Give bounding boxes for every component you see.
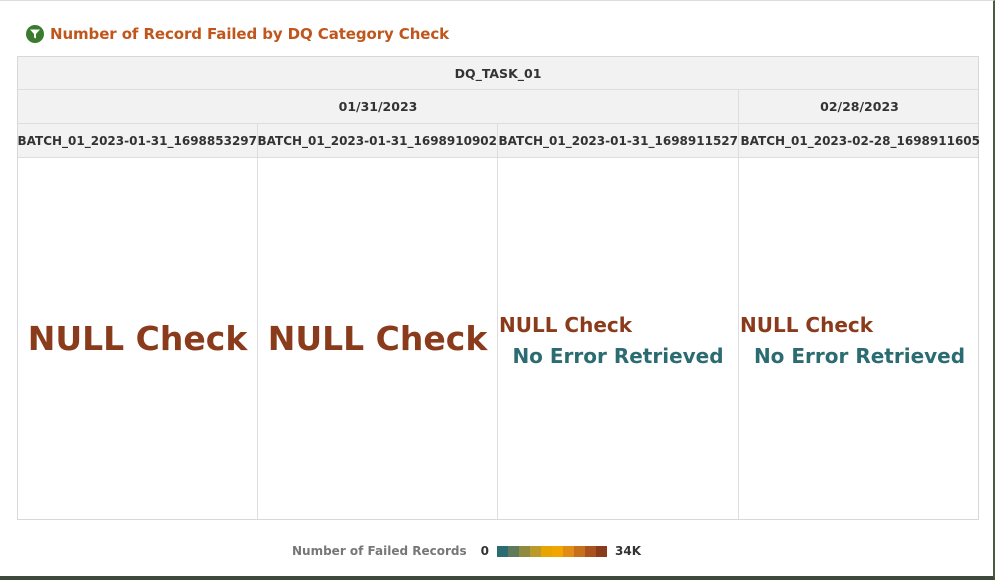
date-header-1: 01/31/2023 (18, 90, 739, 123)
data-cell-4[interactable]: NULL Check No Error Retrieved (739, 158, 980, 519)
legend-min: 0 (480, 544, 490, 558)
legend-swatch-6 (552, 545, 564, 557)
color-legend: Number of Failed Records 0 34K (292, 543, 641, 559)
legend-swatch-7 (563, 545, 575, 557)
chart-title: Number of Record Failed by DQ Category C… (50, 25, 450, 43)
run-header-row: BATCH_01_2023-01-31_1698853297 BATCH_01_… (18, 124, 981, 158)
run-header-3: BATCH_01_2023-01-31_1698911527 (498, 124, 739, 157)
legend-swatch-3 (519, 545, 531, 557)
chart-title-row: Number of Record Failed by DQ Category C… (26, 24, 449, 44)
data-cell-3[interactable]: NULL Check No Error Retrieved (498, 158, 739, 519)
legend-swatch-4 (530, 545, 542, 557)
run-header-2: BATCH_01_2023-01-31_1698910902 (258, 124, 498, 157)
data-cell-2[interactable]: NULL Check (258, 158, 498, 519)
legend-swatch-2 (508, 545, 520, 557)
legend-swatch-8 (574, 545, 586, 557)
category-label: NULL Check (27, 319, 248, 358)
legend-title: Number of Failed Records (292, 544, 467, 558)
date-header-row: 01/31/2023 02/28/2023 (18, 90, 978, 124)
task-header-row: DQ_TASK_01 (18, 57, 978, 90)
legend-swatch-9 (585, 545, 597, 557)
legend-color-scale (497, 545, 608, 557)
status-label: No Error Retrieved (512, 344, 724, 368)
category-label: NULL Check (499, 313, 633, 337)
status-label: No Error Retrieved (753, 344, 966, 368)
legend-swatch-10 (596, 545, 608, 557)
legend-max: 34K (615, 544, 642, 558)
legend-swatch-1 (497, 545, 509, 557)
funnel-icon[interactable] (26, 25, 44, 43)
legend-swatch-5 (541, 545, 553, 557)
category-label: NULL Check (267, 319, 488, 358)
category-label: NULL Check (740, 313, 874, 337)
task-header: DQ_TASK_01 (454, 65, 542, 81)
data-cell-1[interactable]: NULL Check (18, 158, 258, 519)
date-header-2: 02/28/2023 (820, 99, 899, 114)
run-header-1: BATCH_01_2023-01-31_1698853297 (18, 124, 258, 157)
pivot-grid: DQ_TASK_01 01/31/2023 02/28/2023 BATCH_0… (17, 56, 981, 520)
run-header-4: BATCH_01_2023-02-28_1698911605 (740, 133, 981, 148)
